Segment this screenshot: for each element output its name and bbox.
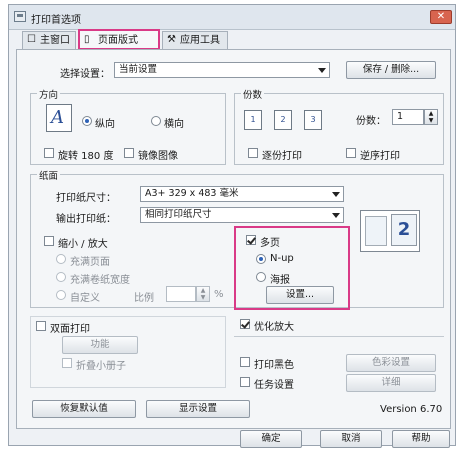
scale-input[interactable] xyxy=(166,286,196,302)
cancel-button[interactable]: 取消 xyxy=(320,430,382,448)
job-details-button[interactable]: 详细 xyxy=(346,374,436,392)
tab-utility-label: 应用工具 xyxy=(180,35,220,46)
duplex-function-button[interactable]: 功能 xyxy=(62,336,138,354)
page-1-icon: 1 xyxy=(244,110,262,130)
fit-page-label: 充满页面 xyxy=(70,257,110,268)
mirror-image-checkbox[interactable] xyxy=(124,148,134,158)
orientation-title: 方向 xyxy=(37,87,61,101)
select-setting-value: 当前设置 xyxy=(119,64,158,75)
mirror-image-label: 镜像图像 xyxy=(138,151,178,162)
select-setting-label: 选择设置： xyxy=(60,69,110,80)
help-button[interactable]: 帮助 xyxy=(392,430,450,448)
select-setting-dropdown[interactable]: 当前设置 xyxy=(114,62,330,78)
rotate-180-label: 旋转 180 度 xyxy=(58,151,114,162)
multipage-checkbox[interactable] xyxy=(246,235,256,245)
copies-label: 份数： xyxy=(356,116,386,127)
save-delete-button[interactable]: 保存 / 删除... xyxy=(346,61,436,79)
booklet-checkbox[interactable] xyxy=(62,358,72,368)
scale-spinner[interactable]: ▲ ▼ xyxy=(196,286,210,302)
letter-a-icon: A xyxy=(51,107,64,128)
landscape-label: 横向 xyxy=(164,119,184,130)
page-2-icon: 2 xyxy=(274,110,292,130)
chevron-down-icon xyxy=(318,68,326,73)
landscape-radio[interactable] xyxy=(151,116,161,126)
tab-main[interactable]: ☐ 主窗口 xyxy=(22,31,76,49)
reduce-enlarge-label: 缩小 / 放大 xyxy=(58,239,108,250)
page-3-icon: 3 xyxy=(304,110,322,130)
printer-icon: ☐ xyxy=(27,34,36,45)
fit-roll-width-label: 充满卷纸宽度 xyxy=(70,275,130,286)
custom-scale-radio[interactable] xyxy=(56,290,66,300)
paper-size-label: 打印纸尺寸： xyxy=(56,193,116,204)
collate-preview-icon: 1 2 3 xyxy=(244,108,336,132)
show-settings-button[interactable]: 显示设置 xyxy=(146,400,250,418)
copies-title: 份数 xyxy=(241,87,265,101)
preview-page-icon xyxy=(365,216,387,246)
print-black-checkbox[interactable] xyxy=(240,357,250,367)
ok-button[interactable]: 确定 xyxy=(240,430,302,448)
paper-size-value: A3+ 329 x 483 毫米 xyxy=(145,188,239,199)
portrait-preview-icon: A xyxy=(46,104,72,132)
reduce-enlarge-checkbox[interactable] xyxy=(44,236,54,246)
output-paper-dropdown[interactable]: 相同打印纸尺寸 xyxy=(140,207,344,223)
reverse-order-checkbox[interactable] xyxy=(346,148,356,158)
nup-radio[interactable] xyxy=(256,254,266,264)
paper-title: 纸面 xyxy=(37,168,61,182)
job-settings-label: 任务设置 xyxy=(254,380,294,391)
chevron-down-icon xyxy=(332,192,340,197)
tab-page-layout-label: 页面版式 xyxy=(98,35,138,46)
chevron-down-icon xyxy=(332,213,340,218)
printer-icon xyxy=(14,11,26,22)
tab-main-label: 主窗口 xyxy=(40,35,70,46)
scale-label: 比例 xyxy=(134,293,154,304)
fit-roll-width-radio[interactable] xyxy=(56,272,66,282)
job-settings-checkbox[interactable] xyxy=(240,377,250,387)
divider xyxy=(234,336,444,337)
page-icon: ▯ xyxy=(84,34,90,45)
close-button[interactable]: ✕ xyxy=(430,10,452,24)
copies-value: 1 xyxy=(397,111,404,122)
restore-defaults-button[interactable]: 恢复默认值 xyxy=(32,400,136,418)
window-title: 打印首选项 xyxy=(31,15,81,26)
paper-size-dropdown[interactable]: A3+ 329 x 483 毫米 xyxy=(140,186,344,202)
version-label: Version 6.70 xyxy=(380,404,443,415)
print-black-label: 打印黑色 xyxy=(254,360,294,371)
duplex-label: 双面打印 xyxy=(50,324,90,335)
multipage-label: 多页 xyxy=(260,238,280,249)
multipage-settings-button[interactable]: 设置... xyxy=(266,286,334,304)
reverse-order-label: 逆序打印 xyxy=(360,151,400,162)
preview-page-number: 2 xyxy=(391,214,417,246)
portrait-label: 纵向 xyxy=(95,119,115,130)
copies-input[interactable]: 1 xyxy=(392,109,424,125)
optimize-enlarge-checkbox[interactable] xyxy=(240,319,250,329)
color-settings-button[interactable]: 色彩设置 xyxy=(346,354,436,372)
optimize-enlarge-label: 优化放大 xyxy=(254,322,294,333)
collate-checkbox[interactable] xyxy=(248,148,258,158)
output-paper-label: 输出打印纸： xyxy=(56,214,116,225)
tab-utility[interactable]: ⚒ 应用工具 xyxy=(162,31,228,49)
fit-page-radio[interactable] xyxy=(56,254,66,264)
title-bar: 打印首选项 ✕ xyxy=(9,5,455,30)
poster-radio[interactable] xyxy=(256,272,266,282)
copies-spinner[interactable]: ▲ ▼ xyxy=(424,109,438,125)
multipage-preview: 2 xyxy=(360,210,420,252)
duplex-checkbox[interactable] xyxy=(36,321,46,331)
portrait-radio[interactable] xyxy=(82,116,92,126)
poster-label: 海报 xyxy=(270,275,290,286)
collate-label: 逐份打印 xyxy=(262,151,302,162)
rotate-180-checkbox[interactable] xyxy=(44,148,54,158)
percent-label: % xyxy=(214,289,224,300)
custom-scale-label: 自定义 xyxy=(70,293,100,304)
tab-page-layout[interactable]: ▯ 页面版式 xyxy=(78,29,160,50)
nup-label: N-up xyxy=(270,253,294,264)
tools-icon: ⚒ xyxy=(167,34,176,45)
output-paper-value: 相同打印纸尺寸 xyxy=(145,209,212,220)
booklet-label: 折叠小册子 xyxy=(76,361,126,372)
